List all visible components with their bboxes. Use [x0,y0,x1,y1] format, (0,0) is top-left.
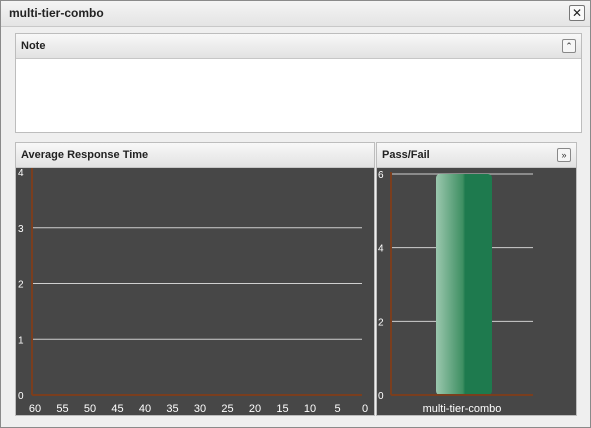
x-tick-label: 55 [56,403,68,415]
art-panel-header: Average Response Time [16,143,374,168]
art-chart-area: 0 1 2 3 4 60 55 50 45 40 35 30 25 20 15 10 5 0 [16,168,374,415]
expand-icon[interactable]: » [557,148,571,162]
x-tick-label: 5 [334,403,340,415]
x-tick-label: 10 [304,403,316,415]
y-tick-label: 2 [378,317,384,328]
dialog-window: multi-tier-combo ✕ Note ⌃ Average Respon… [0,0,591,428]
x-tick-label: 0 [362,403,368,415]
pass-fail-chart: 0 2 4 6 multi-tier-combo [378,170,533,415]
window-titlebar[interactable]: multi-tier-combo ✕ [1,1,590,27]
y-tick-label: 0 [378,391,384,402]
x-tick-label: 40 [139,403,151,415]
x-tick-label: 60 [29,403,41,415]
x-tick-label: 45 [111,403,123,415]
x-tick-label: 50 [84,403,96,415]
x-tick-label: 25 [221,403,233,415]
y-tick-label: 4 [378,244,384,255]
y-tick-label: 6 [378,170,384,181]
note-panel-header: Note ⌃ [16,34,581,59]
average-response-time-chart: 0123460 55 50 45 40 35 30 25 20 15 10 5 0 [18,168,368,415]
pf-panel-title: Pass/Fail [382,149,430,161]
note-panel: Note ⌃ [15,33,582,133]
y-tick-label: 3 [18,224,24,235]
y-tick-label: 4 [18,168,24,179]
x-tick-label: 35 [166,403,178,415]
x-tick-label: 30 [194,403,206,415]
window-title: multi-tier-combo [9,6,104,20]
average-response-time-panel: Average Response Time 0 1 2 3 4 60 55 50 45 40 35 3… [15,142,375,416]
art-panel-title: Average Response Time [21,149,149,161]
note-body[interactable] [16,59,581,131]
x-tick-label: 20 [249,403,261,415]
note-panel-title: Note [21,40,46,52]
close-icon[interactable]: ✕ [569,5,585,21]
collapse-icon[interactable]: ⌃ [562,39,576,53]
y-tick-label: 0 [18,391,24,402]
pf-chart-area: 0 2 4 6 multi-tier-combo [377,168,576,415]
pass-fail-panel: Pass/Fail » 0 2 4 6 multi-tier-combo [376,142,577,416]
pf-panel-header: Pass/Fail » [377,143,576,168]
y-tick-label: 2 [18,280,24,291]
bar-multi-tier-combo [436,174,492,395]
x-tick-label: 15 [276,403,288,415]
y-tick-label: 1 [18,335,24,346]
x-category-label: multi-tier-combo [423,403,502,415]
